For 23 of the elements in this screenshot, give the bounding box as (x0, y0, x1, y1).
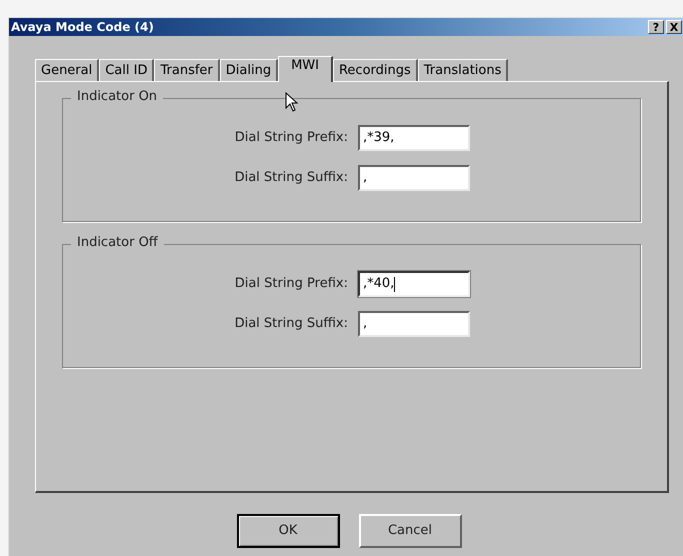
mouse-pointer-icon (285, 92, 299, 113)
tab[interactable]: Recordings (332, 59, 418, 81)
dialog-button[interactable]: Cancel (358, 514, 462, 548)
tab[interactable]: Transfer (154, 59, 220, 81)
tab[interactable]: Call ID (99, 59, 154, 81)
field-label: Dial String Suffix: (234, 315, 348, 334)
close-button[interactable]: X (666, 20, 682, 34)
field-label: Dial String Prefix: (234, 275, 348, 294)
group-title: Indicator On (71, 90, 164, 103)
group-title: Indicator Off (71, 236, 164, 249)
input-field[interactable]: , (358, 165, 470, 191)
help-button[interactable]: ? (648, 20, 664, 34)
tab[interactable]: Translations (418, 59, 508, 81)
input-field[interactable]: ,*40, (358, 271, 470, 297)
field-label: Dial String Suffix: (234, 169, 348, 188)
dialog-button[interactable]: OK (236, 514, 340, 548)
tab[interactable]: MWI (278, 56, 333, 82)
input-field[interactable]: , (358, 311, 470, 337)
tab[interactable]: Dialing (220, 59, 278, 81)
field-label: Dial String Prefix: (234, 129, 348, 148)
window-title: Avaya Mode Code (4) (11, 21, 154, 33)
tab[interactable]: General (35, 59, 100, 81)
input-field[interactable]: ,*39, (358, 125, 470, 151)
